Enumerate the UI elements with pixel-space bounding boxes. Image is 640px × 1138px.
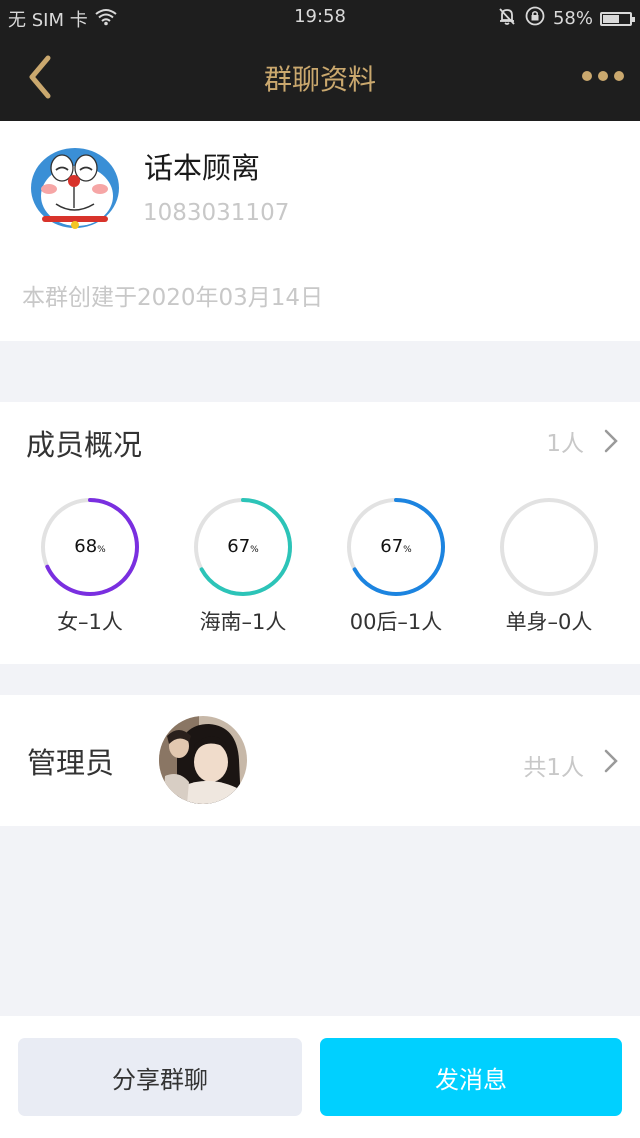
send-message-button[interactable]: 发消息	[320, 1038, 622, 1116]
battery-level-fill	[603, 14, 620, 23]
region-stat-ring: 67%	[193, 497, 293, 597]
admin-avatar[interactable]	[159, 716, 247, 804]
group-avatar[interactable]	[28, 146, 122, 230]
group-created-date: 本群创建于2020年03月14日	[22, 285, 324, 311]
group-id: 1083031107	[143, 200, 290, 226]
doraemon-avatar-icon	[31, 148, 119, 229]
members-section-title: 成员概况	[26, 428, 143, 462]
single-stat-ring	[499, 497, 599, 597]
single-stat-label: 单身–0人	[505, 610, 593, 634]
gender-stat-ring: 68%	[40, 497, 140, 597]
region-stat-percent: 67%	[227, 536, 259, 557]
mute-bell-icon	[497, 6, 517, 31]
more-options-button[interactable]	[582, 64, 624, 88]
members-chevron-right-icon	[604, 429, 618, 453]
more-dot-icon	[614, 71, 624, 81]
admin-section-title: 管理员	[27, 746, 115, 780]
admin-chevron-right-icon	[604, 749, 618, 773]
region-stat-label: 海南–1人	[199, 610, 287, 634]
gender-stat-percent: 68%	[74, 536, 106, 557]
more-dot-icon	[582, 71, 592, 81]
battery-icon	[600, 11, 635, 26]
gender-stat-label: 女–1人	[57, 610, 123, 634]
age-stat-ring: 67%	[346, 497, 446, 597]
admin-count: 共1人	[523, 755, 584, 781]
more-dot-icon	[598, 71, 608, 81]
admin-photo-icon	[159, 716, 247, 804]
battery-percent: 58%	[552, 8, 593, 29]
share-group-button[interactable]: 分享群聊	[18, 1038, 302, 1116]
page-title: 群聊资料	[263, 63, 376, 96]
age-stat-percent: 67%	[380, 536, 412, 557]
members-count: 1人	[546, 431, 584, 457]
rotation-lock-icon	[524, 5, 546, 32]
age-stat-label: 00后–1人	[349, 610, 443, 634]
status-bar: 无 SIM 卡 19:58 58%	[0, 0, 640, 34]
group-name: 话本顾离	[144, 151, 261, 185]
nav-bar: 群聊资料	[0, 34, 640, 121]
